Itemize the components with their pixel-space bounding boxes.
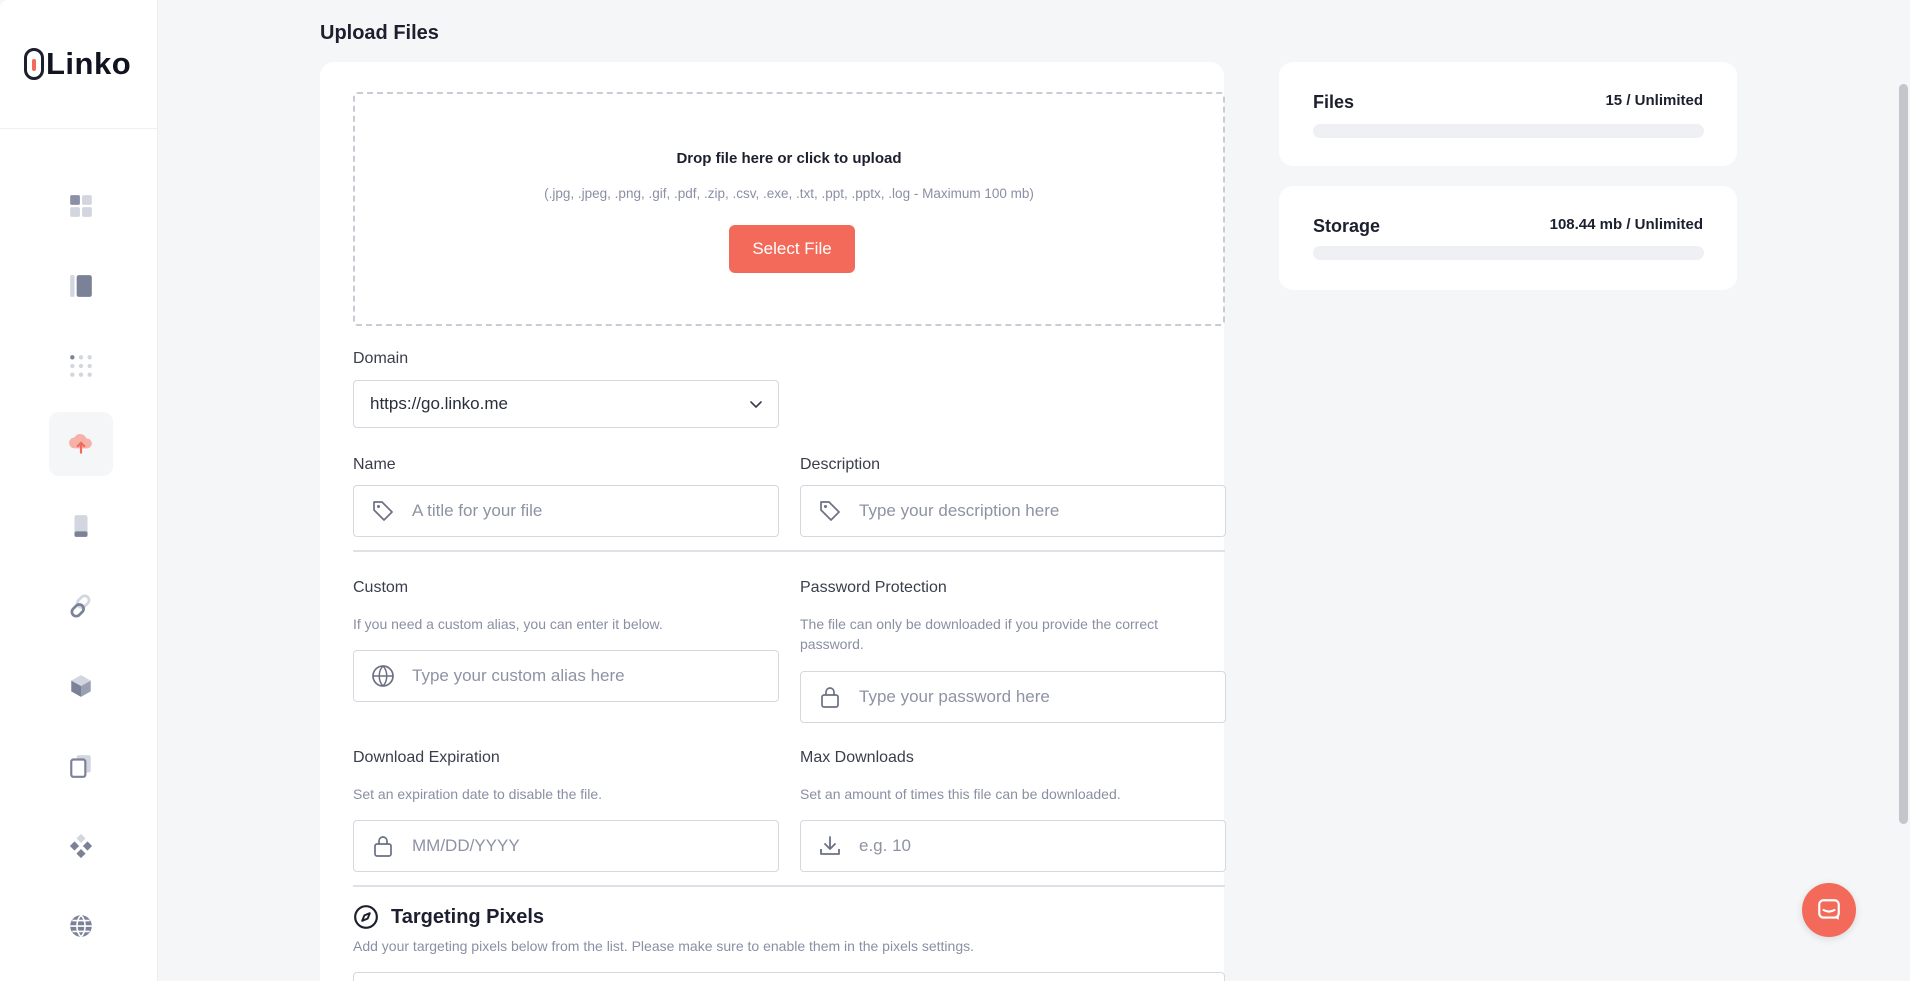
sidebar-divider (0, 128, 158, 129)
sidebar-item-dashboard[interactable] (49, 174, 113, 238)
page-title: Upload Files (320, 22, 439, 44)
lock-icon (821, 687, 839, 708)
name-field[interactable] (353, 485, 779, 537)
custom-help: If you need a custom alias, you can ente… (353, 616, 663, 632)
logo-mark-icon (24, 48, 44, 80)
storage-stat-label: Storage (1313, 216, 1381, 236)
max-downloads-label: Max Downloads (800, 749, 914, 766)
dropzone-formats: (.jpg, .jpeg, .png, .gif, .pdf, .zip, .c… (544, 186, 1034, 201)
logo[interactable]: Linko (24, 46, 131, 82)
description-label: Description (800, 456, 881, 473)
chevron-down-icon (750, 401, 762, 408)
description-field[interactable] (800, 485, 1226, 537)
cube-icon (71, 675, 91, 697)
expiration-label: Download Expiration (353, 749, 500, 766)
logo-text: Linko (46, 46, 132, 81)
password-field-icon-wrap (801, 685, 859, 709)
storage-progress-bar (1313, 246, 1704, 260)
files-progress-bar (1313, 124, 1704, 138)
custom-alias-input[interactable] (412, 651, 778, 701)
sidebar-item-pages[interactable] (49, 734, 113, 798)
copy-pages-icon (70, 755, 91, 778)
select-file-button[interactable]: Select File (729, 225, 855, 273)
max-downloads-input[interactable] (859, 821, 1225, 871)
max-downloads-help: Set an amount of times this file can be … (800, 786, 1121, 802)
globe-icon (70, 914, 92, 938)
files-stat-value: 15 / Unlimited (1605, 92, 1703, 109)
targeting-pixels-select[interactable] (353, 972, 1225, 981)
targeting-pixels-help: Add your targeting pixels below from the… (353, 938, 974, 954)
sidebar-item-link[interactable] (49, 574, 113, 638)
password-input[interactable] (859, 672, 1225, 722)
sidebar-item-mobile[interactable] (49, 494, 113, 558)
sidebar: Linko (0, 0, 158, 981)
page-scrollbar[interactable] (1899, 84, 1908, 824)
name-input[interactable] (412, 486, 778, 536)
tag-icon (373, 501, 393, 521)
description-field-icon-wrap (801, 499, 859, 523)
storage-stat-value: 108.44 mb / Unlimited (1549, 216, 1703, 233)
password-field[interactable] (800, 671, 1226, 723)
cloud-upload-icon (69, 434, 92, 454)
dropzone-title: Drop file here or click to upload (676, 150, 902, 167)
expiration-date-input[interactable] (412, 821, 778, 871)
upload-form-card: Drop file here or click to upload (.jpg,… (320, 62, 1226, 981)
tag-icon (820, 501, 840, 521)
link-chain-icon (70, 594, 91, 618)
description-input[interactable] (859, 486, 1225, 536)
custom-field-icon-wrap (354, 664, 412, 688)
sidebar-item-domains[interactable] (49, 894, 113, 958)
form-divider (353, 550, 1225, 552)
password-label: Password Protection (800, 579, 947, 596)
expiration-help: Set an expiration date to disable the fi… (353, 786, 603, 802)
files-stat-label: Files (1313, 92, 1355, 112)
diamond-tiles-icon (69, 833, 93, 859)
targeting-pixels-heading: Targeting Pixels (353, 904, 544, 930)
mobile-icon (74, 515, 88, 537)
domain-select-value: https://go.linko.me (370, 394, 508, 413)
compass-icon (354, 905, 378, 929)
support-chat-button[interactable] (1802, 883, 1856, 937)
sidebar-item-integrations[interactable] (49, 814, 113, 878)
dashboard-icon (70, 195, 92, 217)
chat-icon (1818, 899, 1840, 920)
custom-alias-field[interactable] (353, 650, 779, 702)
domain-label: Domain (353, 350, 409, 367)
max-downloads-field[interactable] (800, 820, 1226, 872)
links-list-icon (70, 275, 92, 297)
storage-stat-card: Storage 108.44 mb / Unlimited (1279, 186, 1737, 290)
file-dropzone[interactable]: Drop file here or click to upload (.jpg,… (353, 92, 1225, 326)
max-downloads-field-icon-wrap (801, 834, 859, 858)
password-help: The file can only be downloaded if you p… (800, 616, 1158, 652)
expiration-field-icon-wrap (354, 834, 412, 858)
domain-select[interactable]: https://go.linko.me (353, 380, 779, 428)
name-field-icon-wrap (354, 499, 412, 523)
sidebar-item-links[interactable] (49, 254, 113, 318)
expiration-field[interactable] (353, 820, 779, 872)
files-stat-card: Files 15 / Unlimited (1279, 62, 1737, 166)
custom-label: Custom (353, 579, 409, 596)
name-label: Name (353, 456, 396, 473)
dots-grid-icon (70, 355, 92, 377)
form-divider (353, 885, 1225, 887)
download-icon (820, 836, 840, 855)
sidebar-item-products[interactable] (49, 654, 113, 718)
globe-icon (372, 665, 394, 687)
targeting-pixels-title: Targeting Pixels (391, 905, 545, 928)
lock-icon (374, 836, 392, 857)
sidebar-item-apps[interactable] (49, 334, 113, 398)
sidebar-item-files[interactable] (49, 412, 113, 476)
